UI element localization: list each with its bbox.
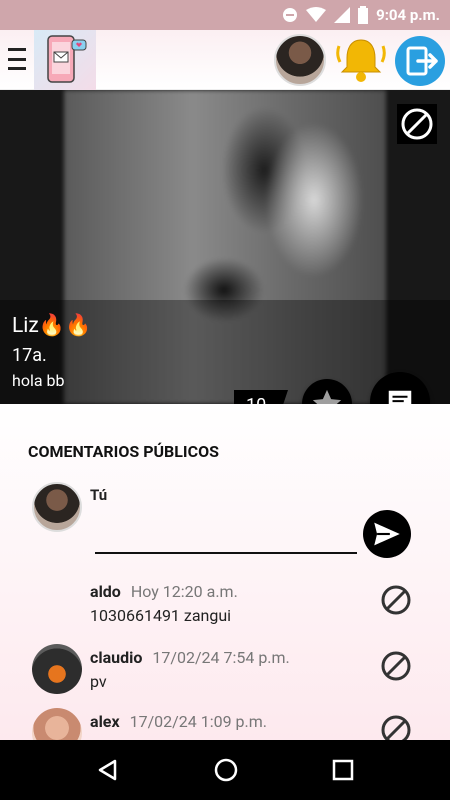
comment-item: aldo Hoy 12:20 a.m. 1030661491 zangui — [0, 578, 450, 640]
profile-status: hola bb — [12, 371, 65, 390]
user-avatar[interactable] — [274, 34, 326, 86]
bell-icon[interactable] — [336, 36, 386, 84]
block-icon[interactable] — [397, 104, 437, 144]
comment-text: pv — [90, 672, 107, 691]
signal-icon — [334, 7, 351, 23]
recents-icon[interactable] — [332, 759, 354, 781]
comment-time: 17/02/24 7:54 p.m. — [152, 648, 290, 667]
comment-text: 1030661491 zangui — [90, 606, 232, 625]
comment-author: alex 17/02/24 1:09 p.m. — [90, 712, 267, 731]
system-nav-bar — [0, 740, 450, 800]
block-icon[interactable] — [380, 584, 412, 616]
send-icon — [374, 522, 400, 546]
profile-age: 17a. — [12, 345, 47, 366]
back-icon[interactable] — [96, 758, 120, 782]
hamburger-icon[interactable] — [8, 48, 26, 70]
battery-icon — [358, 6, 369, 24]
comment-avatar[interactable] — [32, 708, 82, 740]
comment-author: claudio 17/02/24 7:54 p.m. — [90, 648, 290, 667]
comment-input[interactable] — [95, 522, 357, 554]
app-bar — [0, 30, 450, 90]
app-logo — [34, 30, 96, 90]
home-icon[interactable] — [213, 757, 239, 783]
comments-section: COMENTARIOS PÚBLICOS Tú aldo Hoy 12:20 a.… — [0, 404, 450, 740]
comment-item: claudio 17/02/24 7:54 p.m. pv — [0, 644, 450, 706]
my-avatar — [32, 482, 82, 532]
my-label: Tú — [90, 486, 108, 504]
status-bar: 9:04 p.m. — [0, 0, 450, 30]
comment-author: aldo Hoy 12:20 a.m. — [90, 582, 238, 601]
send-button[interactable] — [363, 510, 411, 558]
logout-icon[interactable] — [394, 35, 446, 87]
comment-time: Hoy 12:20 a.m. — [130, 582, 238, 601]
status-time: 9:04 p.m. — [376, 6, 440, 24]
comments-title: COMENTARIOS PÚBLICOS — [28, 442, 219, 461]
comment-time: 17/02/24 1:09 p.m. — [129, 712, 267, 731]
profile-name: Liz🔥🔥 — [12, 314, 92, 338]
wifi-icon — [306, 7, 327, 22]
profile-hero: Liz🔥🔥 17a. hola bb — [0, 90, 450, 404]
comment-avatar[interactable] — [32, 644, 82, 694]
block-icon[interactable] — [380, 714, 412, 740]
dnd-icon — [283, 8, 298, 22]
block-icon[interactable] — [380, 650, 412, 682]
comment-item: alex 17/02/24 1:09 p.m. — [0, 708, 450, 740]
